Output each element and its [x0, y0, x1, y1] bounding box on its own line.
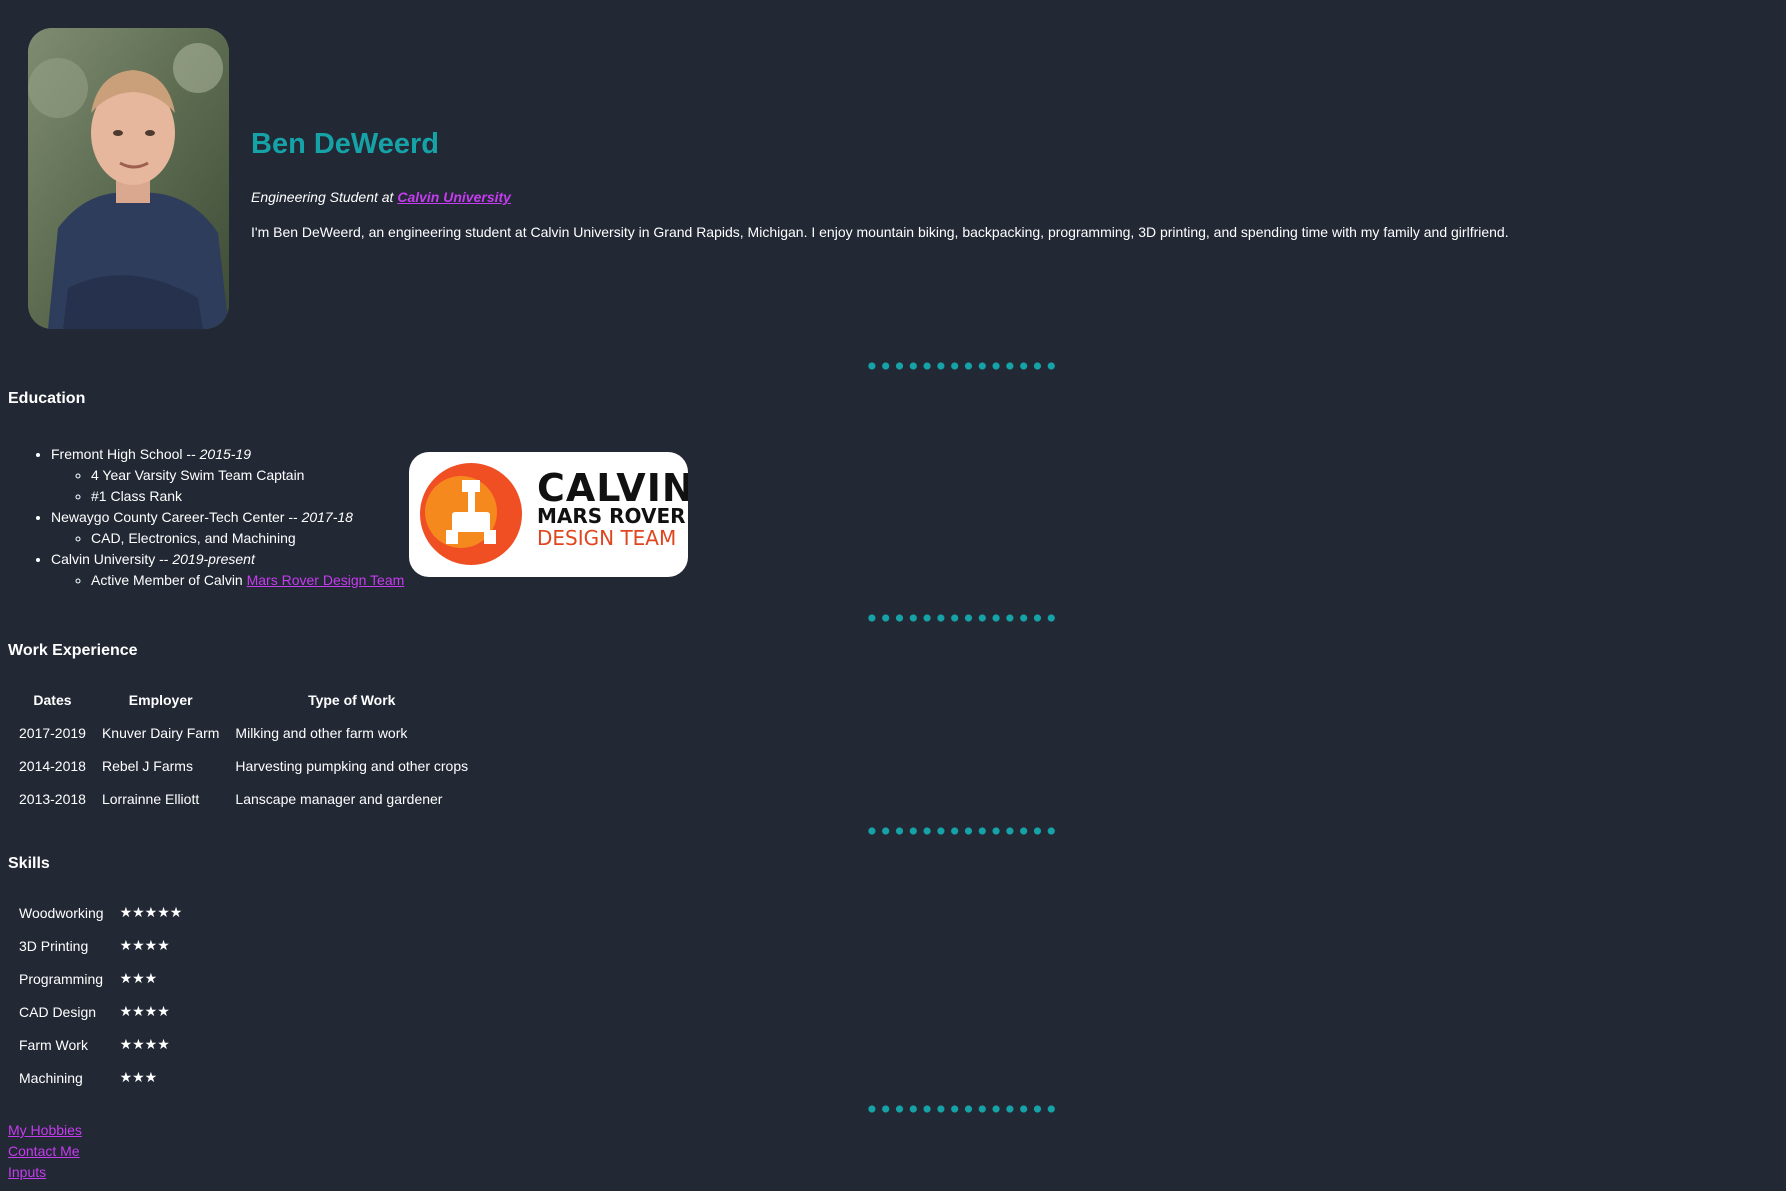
mars-rover-team-link[interactable]: Mars Rover Design Team — [247, 572, 405, 588]
table-header-row: Dates Employer Type of Work — [11, 683, 476, 716]
skill-name: CAD Design — [19, 1003, 97, 1020]
school-name: Calvin University — [51, 551, 156, 567]
subtitle-text: Engineering Student at — [251, 189, 398, 205]
skill-stars: ★★★ — [119, 1069, 158, 1085]
skill-row: CAD Design ★★★★ — [11, 995, 190, 1028]
skills-table: Woodworking ★★★★★ 3D Printing ★★★★ Progr… — [11, 896, 190, 1094]
inputs-link[interactable]: Inputs — [8, 1162, 82, 1183]
education-list: Fremont High School -- 2015-19 4 Year Va… — [0, 444, 404, 591]
work-table: Dates Employer Type of Work 2017-2019 Kn… — [11, 683, 476, 815]
skill-name: 3D Printing — [19, 937, 89, 954]
cell-employer: Knuver Dairy Farm — [101, 724, 220, 741]
cell-dates: 2013-2018 — [19, 790, 86, 807]
skill-stars: ★★★★ — [119, 1036, 170, 1052]
calvin-university-link[interactable]: Calvin University — [397, 189, 511, 205]
school-dates: 2017-18 — [301, 509, 353, 525]
my-hobbies-link[interactable]: My Hobbies — [8, 1120, 82, 1141]
dash: -- — [182, 446, 200, 462]
logo-line-3: DESIGN TEAM — [537, 526, 677, 550]
contact-me-link[interactable]: Contact Me — [8, 1141, 82, 1162]
skill-row: Farm Work ★★★★ — [11, 1028, 190, 1061]
skill-stars: ★★★★ — [119, 937, 170, 953]
profile-subtitle: Engineering Student at Calvin University — [251, 189, 511, 205]
resume-page: Ben DeWeerd Engineering Student at Calvi… — [0, 0, 1786, 1191]
skills-heading: Skills — [8, 855, 50, 872]
cell-dates: 2017-2019 — [19, 724, 86, 741]
skill-stars: ★★★★ — [119, 1003, 170, 1019]
cell-employer: Rebel J Farms — [101, 757, 193, 774]
skill-name: Programming — [19, 970, 104, 987]
school-name: Newaygo County Career-Tech Center — [51, 509, 285, 525]
cell-dates: 2014-2018 — [19, 757, 86, 774]
school-name: Fremont High School — [51, 446, 183, 462]
table-row: 2013-2018 Lorrainne Elliott Lanscape man… — [11, 782, 476, 815]
detail-text: Active Member of Calvin — [91, 572, 247, 588]
skill-stars: ★★★ — [119, 970, 158, 986]
section-separator — [865, 827, 1057, 835]
mars-rover-logo: CALVIN MARS ROVER DESIGN TEAM — [409, 452, 688, 577]
rover-emblem-icon — [420, 463, 522, 565]
school-dates: 2015-19 — [199, 446, 252, 462]
education-detail: Active Member of Calvin Mars Rover Desig… — [91, 570, 404, 591]
skill-name: Farm Work — [19, 1036, 88, 1053]
education-item: Newaygo County Career-Tech Center -- 201… — [51, 507, 404, 549]
education-heading: Education — [8, 390, 86, 407]
education-item: Fremont High School -- 2015-19 4 Year Va… — [51, 444, 404, 507]
logo-line-2: MARS ROVER — [537, 504, 686, 528]
column-header: Type of Work — [308, 691, 396, 708]
profile-name: Ben DeWeerd — [251, 128, 440, 160]
skill-row: Machining ★★★ — [11, 1061, 190, 1094]
section-separator — [865, 1105, 1057, 1113]
profile-bio: I'm Ben DeWeerd, an engineering student … — [251, 224, 1509, 240]
skill-name: Woodworking — [19, 904, 104, 921]
education-detail: CAD, Electronics, and Machining — [91, 528, 404, 549]
skill-row: Woodworking ★★★★★ — [11, 896, 190, 929]
dash: -- — [284, 509, 302, 525]
cell-type: Lanscape manager and gardener — [235, 790, 443, 807]
cell-type: Milking and other farm work — [235, 724, 408, 741]
cell-employer: Lorrainne Elliott — [101, 790, 200, 807]
section-separator — [865, 614, 1057, 622]
cell-type: Harvesting pumpking and other crops — [235, 757, 469, 774]
table-row: 2014-2018 Rebel J Farms Harvesting pumpk… — [11, 749, 476, 782]
section-separator — [865, 362, 1057, 370]
education-detail: 4 Year Varsity Swim Team Captain — [91, 465, 404, 486]
footer-links: My Hobbies Contact Me Inputs — [8, 1120, 82, 1183]
skill-name: Machining — [19, 1069, 83, 1086]
dash: -- — [155, 551, 173, 567]
table-row: 2017-2019 Knuver Dairy Farm Milking and … — [11, 716, 476, 749]
skill-row: 3D Printing ★★★★ — [11, 929, 190, 962]
skill-row: Programming ★★★ — [11, 962, 190, 995]
column-header: Dates — [33, 691, 72, 708]
profile-photo — [28, 28, 229, 329]
skill-stars: ★★★★★ — [119, 904, 183, 920]
school-dates: 2019-present — [172, 551, 255, 567]
work-heading: Work Experience — [8, 642, 138, 659]
column-header: Employer — [128, 691, 193, 708]
education-detail: #1 Class Rank — [91, 486, 404, 507]
education-item: Calvin University -- 2019-present Active… — [51, 549, 404, 591]
